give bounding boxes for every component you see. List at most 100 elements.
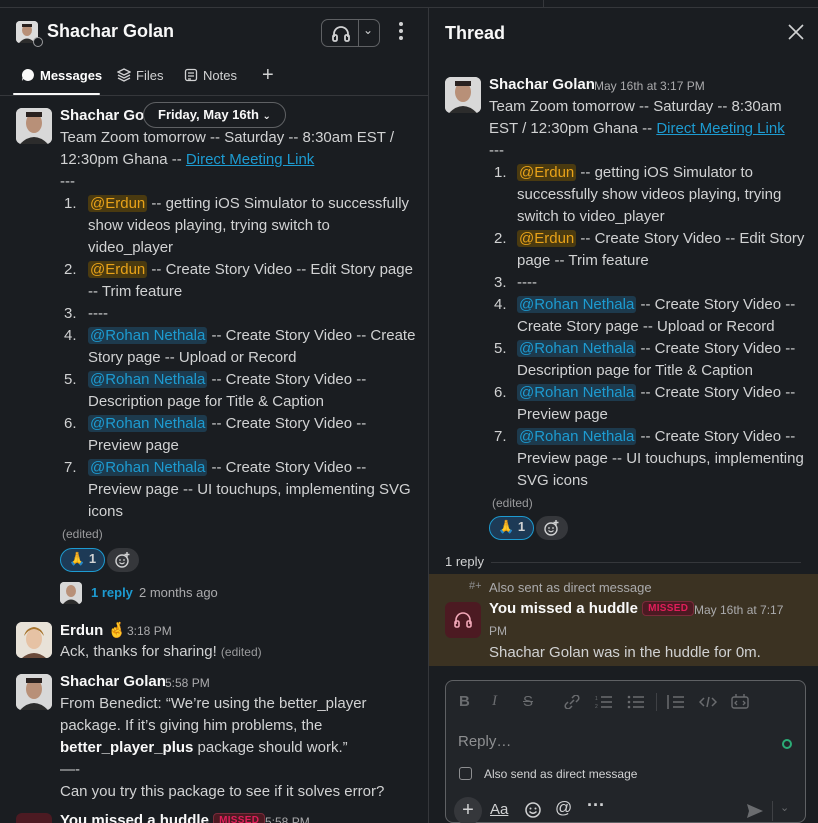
- formatting-toggle-button[interactable]: Aa: [490, 801, 508, 818]
- toolbar-divider: [772, 801, 773, 821]
- huddle-missed-icon: [445, 602, 481, 638]
- list-item: @Rohan Nethala -- Create Story Video --: [517, 384, 796, 401]
- user-mention[interactable]: @Rohan Nethala: [88, 415, 208, 432]
- missed-badge: MISSED: [213, 813, 266, 823]
- channel-title[interactable]: Shachar Golan: [47, 21, 174, 42]
- code-icon[interactable]: [699, 695, 717, 709]
- list-item: @Rohan Nethala -- Create Story Video --: [517, 340, 796, 357]
- list-item: @Erdun -- Create Story Video -- Edit Sto…: [88, 261, 413, 278]
- replies-count: 1 reply: [445, 554, 485, 569]
- list-item: ----: [88, 305, 108, 322]
- user-mention[interactable]: @Rohan Nethala: [88, 459, 208, 476]
- reaction-pray[interactable]: 🙏 1: [489, 516, 535, 540]
- message-text: ---: [489, 142, 504, 159]
- user-mention[interactable]: @Erdun: [517, 230, 577, 247]
- edited-label: (edited): [492, 496, 533, 510]
- message-time[interactable]: May 16th at 7:17: [694, 603, 783, 617]
- blockquote-icon[interactable]: [667, 695, 685, 709]
- svg-text:2: 2: [595, 704, 598, 709]
- add-tab-button[interactable]: +: [262, 64, 274, 87]
- user-mention[interactable]: @Rohan Nethala: [517, 296, 637, 313]
- toolbar-divider: [656, 693, 657, 711]
- thread-reply-missed-huddle[interactable]: #+ Also sent as direct message You missed…: [429, 574, 818, 666]
- send-options-chevron-icon[interactable]: ⌄: [780, 801, 789, 814]
- user-mention[interactable]: @Rohan Nethala: [88, 371, 208, 388]
- thread-reply-link[interactable]: 1 reply: [91, 585, 133, 600]
- list-number: 4.: [64, 327, 77, 344]
- message-text: From Benedict: “We’re using the better_p…: [60, 695, 367, 712]
- list-item-text: switch to video_player: [517, 208, 665, 225]
- also-send-checkbox[interactable]: [459, 767, 472, 780]
- add-reaction-button[interactable]: [536, 516, 568, 540]
- user-mention[interactable]: @Rohan Nethala: [517, 428, 637, 445]
- user-mention[interactable]: @Erdun: [88, 261, 148, 278]
- channel-header: Shachar Golan ⌄: [0, 8, 428, 58]
- thread-title: Thread: [445, 23, 506, 43]
- list-item-text: Create Story page -- Upload or Record: [517, 318, 775, 335]
- tab-notes[interactable]: Notes: [184, 68, 237, 83]
- list-number: 2.: [64, 261, 77, 278]
- reply-input[interactable]: Reply…: [458, 733, 511, 750]
- list-item: @Rohan Nethala -- Create Story Video --: [88, 371, 367, 388]
- message-sender[interactable]: You missed a huddle MISSED: [489, 600, 695, 617]
- message-sender[interactable]: Shachar Golan: [489, 76, 595, 93]
- list-item: @Erdun -- getting iOS Simulator to succe…: [88, 195, 410, 212]
- meeting-link[interactable]: Direct Meeting Link: [186, 151, 314, 168]
- list-item-text: successfully show videos playing, trying: [517, 186, 782, 203]
- user-mention[interactable]: @Rohan Nethala: [88, 327, 208, 344]
- huddle-button[interactable]: ⌄: [321, 19, 380, 47]
- close-icon[interactable]: [787, 23, 805, 41]
- bullet-list-icon[interactable]: [627, 695, 645, 709]
- message-time[interactable]: May 16th at 3:17 PM: [594, 79, 705, 93]
- also-sent-note: #+ Also sent as direct message: [469, 580, 652, 595]
- avatar[interactable]: [445, 77, 481, 113]
- tab-files[interactable]: Files: [117, 68, 163, 83]
- list-number: 7.: [64, 459, 77, 476]
- user-mention[interactable]: @Rohan Nethala: [517, 340, 637, 357]
- user-mention[interactable]: @Erdun: [88, 195, 148, 212]
- date-divider-pill[interactable]: Friday, May 16th ⌄: [143, 102, 286, 128]
- also-send-label[interactable]: Also send as direct message: [484, 767, 637, 781]
- message-time[interactable]: 3:18 PM: [127, 624, 172, 638]
- message-sender[interactable]: You missed a huddle MISSED: [60, 812, 266, 823]
- user-mention[interactable]: @Rohan Nethala: [517, 384, 637, 401]
- chevron-down-icon[interactable]: ⌄: [363, 23, 373, 37]
- attach-plus-button[interactable]: +: [454, 797, 482, 823]
- message-time[interactable]: 5:58 PM: [265, 815, 310, 823]
- tab-messages[interactable]: Messages: [21, 68, 102, 83]
- huddle-missed-icon: [16, 813, 52, 823]
- message-sender[interactable]: Erdun 🤞: [60, 621, 126, 639]
- mention-icon[interactable]: @: [555, 798, 572, 818]
- list-number: 3.: [494, 274, 507, 291]
- list-number: 3.: [64, 305, 77, 322]
- link-icon[interactable]: [563, 695, 581, 709]
- more-options-icon[interactable]: [397, 22, 407, 44]
- italic-icon[interactable]: I: [492, 693, 497, 710]
- edited-label: (edited): [62, 527, 103, 541]
- list-item: @Rohan Nethala -- Create Story Video --: [517, 296, 796, 313]
- send-icon[interactable]: [746, 803, 764, 819]
- headphones-icon: [332, 26, 350, 42]
- list-item: @Rohan Nethala -- Create Story Video -- …: [88, 327, 416, 344]
- list-item-text: SVG icons: [517, 472, 588, 489]
- add-reaction-button[interactable]: [107, 548, 139, 572]
- reaction-pray[interactable]: 🙏 1: [60, 548, 106, 572]
- avatar[interactable]: [16, 108, 52, 144]
- message-time[interactable]: PM: [489, 624, 507, 638]
- emoji-icon[interactable]: [524, 801, 542, 819]
- message-time[interactable]: 5:58 PM: [165, 676, 210, 690]
- meeting-link[interactable]: Direct Meeting Link: [656, 120, 784, 137]
- ordered-list-icon[interactable]: 12: [595, 695, 613, 709]
- strikethrough-icon[interactable]: S: [523, 693, 533, 710]
- reply-avatar: [60, 582, 82, 604]
- code-block-icon[interactable]: [731, 694, 749, 709]
- reply-composer[interactable]: B I S 12 Reply… Also send as direct mess…: [445, 680, 806, 823]
- message-sender[interactable]: Shachar Golan: [60, 673, 166, 690]
- avatar[interactable]: [16, 622, 52, 658]
- bold-icon[interactable]: B: [459, 693, 470, 710]
- user-mention[interactable]: @Erdun: [517, 164, 577, 181]
- status-indicator: [782, 739, 792, 749]
- list-item-text: show videos playing, trying switch to: [88, 217, 330, 234]
- more-actions-icon[interactable]: ···: [587, 795, 605, 816]
- avatar[interactable]: [16, 674, 52, 710]
